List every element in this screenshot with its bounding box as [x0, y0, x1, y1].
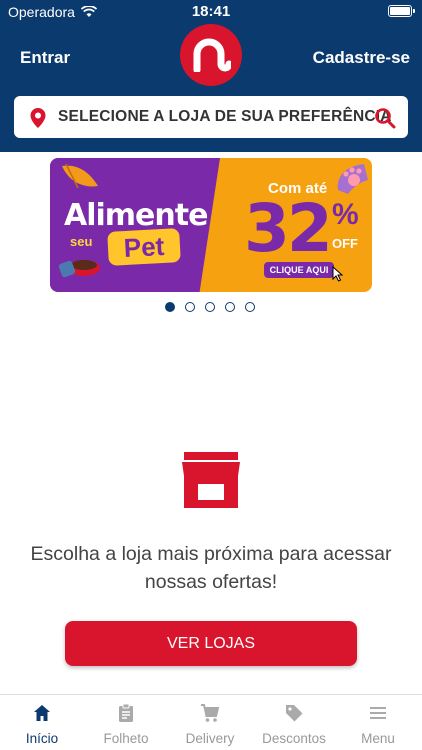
store-selector-label: SELECIONE A LOJA DE SUA PREFERÊNCIA — [58, 108, 392, 125]
tab-label: Início — [25, 731, 59, 746]
search-icon[interactable] — [374, 107, 396, 129]
menu-icon — [370, 707, 386, 719]
paw-icon — [337, 164, 368, 194]
brand-logo — [180, 24, 242, 86]
banner-seu: seu — [70, 234, 93, 249]
carousel-dot[interactable] — [165, 302, 175, 312]
tab-folheto[interactable]: Folheto — [84, 695, 168, 750]
carousel-pagination[interactable] — [165, 302, 255, 312]
store-icon — [182, 452, 240, 508]
banner-headline: Alimente — [64, 198, 208, 233]
banner-cta-button[interactable]: CLIQUE AQUI — [264, 262, 334, 278]
pet-bowl-icon — [58, 260, 100, 278]
cart-icon — [201, 704, 220, 722]
banner-percent: % — [332, 198, 359, 231]
cursor-icon — [332, 266, 344, 282]
battery-icon — [388, 5, 415, 17]
login-button[interactable]: Entrar — [20, 48, 70, 68]
store-selector[interactable]: SELECIONE A LOJA DE SUA PREFERÊNCIA — [12, 94, 410, 140]
tab-bar: Início Folheto Delivery Descontos Menu — [0, 694, 422, 750]
banner-pet: Pet — [107, 228, 181, 266]
tab-menu[interactable]: Menu — [336, 695, 420, 750]
clock: 18:41 — [191, 3, 231, 20]
carousel-dot[interactable] — [205, 302, 215, 312]
clipboard-icon — [119, 703, 133, 722]
tab-inicio[interactable]: Início — [0, 695, 84, 750]
carousel-dot[interactable] — [225, 302, 235, 312]
banner-off: OFF — [332, 236, 358, 251]
see-stores-button[interactable]: VER LOJAS — [65, 621, 357, 666]
empty-state-message: Escolha a loja mais próxima para acessar… — [30, 543, 392, 593]
location-pin-icon — [30, 108, 46, 128]
tab-label: Delivery — [185, 731, 235, 746]
app-header: Operadora 18:41 Entrar Cadastre-se SELEC… — [0, 0, 422, 152]
promo-banner[interactable]: Alimente seu Pet Com até 32 % OFF CLIQUE… — [50, 158, 372, 292]
leaf-icon — [62, 163, 98, 189]
logo-mark-icon — [193, 38, 231, 72]
status-bar: Operadora 18:41 — [0, 0, 422, 24]
tab-label: Descontos — [262, 731, 326, 746]
tag-icon — [286, 705, 303, 722]
home-icon — [34, 705, 50, 721]
tab-descontos[interactable]: Descontos — [252, 695, 336, 750]
carousel-dot[interactable] — [185, 302, 195, 312]
banner-discount-number: 32 — [244, 190, 333, 267]
tab-label: Menu — [361, 731, 395, 746]
carousel-dot[interactable] — [245, 302, 255, 312]
tab-label: Folheto — [103, 731, 149, 746]
tab-delivery[interactable]: Delivery — [168, 695, 252, 750]
signup-button[interactable]: Cadastre-se — [313, 48, 410, 68]
